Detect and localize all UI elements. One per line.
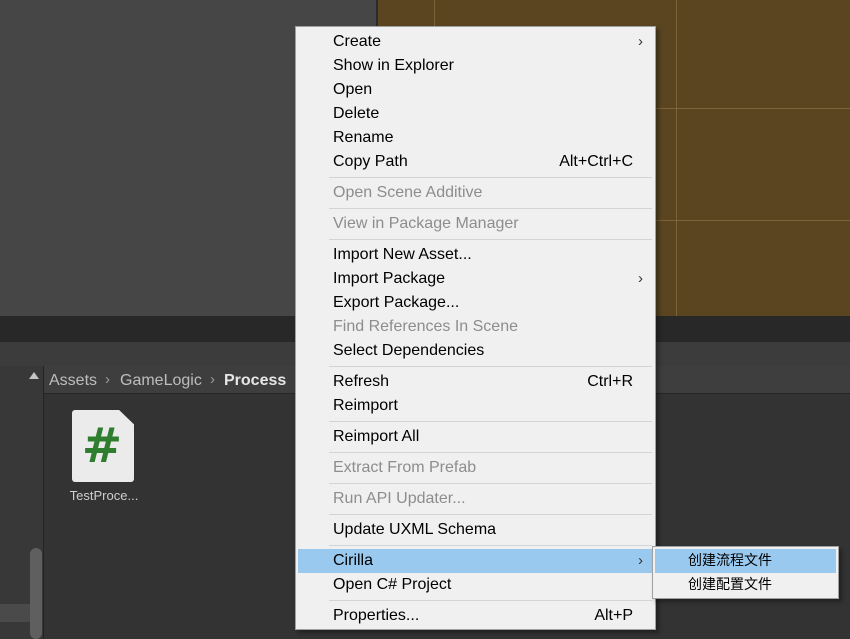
breadcrumb-process[interactable]: Process bbox=[224, 372, 286, 390]
menu-item-cirilla[interactable]: Cirilla › bbox=[298, 549, 653, 573]
submenu-arrow-icon: › bbox=[638, 33, 643, 50]
breadcrumb-chevron-icon: › bbox=[210, 371, 215, 388]
menu-item-label: Reimport All bbox=[333, 428, 420, 445]
menu-item-label: Select Dependencies bbox=[333, 342, 485, 359]
cirilla-submenu: 创建流程文件 创建配置文件 bbox=[652, 546, 839, 599]
menu-item-open-scene-additive[interactable]: Open Scene Additive bbox=[298, 181, 653, 205]
menu-separator bbox=[329, 514, 652, 515]
menu-item-reimport[interactable]: Reimport bbox=[298, 394, 653, 418]
menu-separator bbox=[329, 208, 652, 209]
menu-item-reimport-all[interactable]: Reimport All bbox=[298, 425, 653, 449]
menu-item-label: Refresh bbox=[333, 373, 390, 390]
menu-separator bbox=[329, 600, 652, 601]
menu-item-view-in-package-manager[interactable]: View in Package Manager bbox=[298, 212, 653, 236]
menu-item-label: Show in Explorer bbox=[333, 57, 454, 74]
menu-item-import-package[interactable]: Import Package › bbox=[298, 267, 653, 291]
menu-item-label: Extract From Prefab bbox=[333, 459, 477, 476]
menu-item-rename[interactable]: Rename bbox=[298, 126, 653, 150]
menu-item-label: View in Package Manager bbox=[333, 215, 519, 232]
menu-separator bbox=[329, 483, 652, 484]
menu-item-label: Open bbox=[333, 81, 373, 98]
menu-item-properties[interactable]: Properties... Alt+P bbox=[298, 604, 653, 628]
menu-item-label: Import New Asset... bbox=[333, 246, 472, 263]
breadcrumb-assets[interactable]: Assets bbox=[49, 372, 97, 390]
menu-item-label: Copy Path bbox=[333, 153, 408, 170]
menu-separator bbox=[329, 366, 652, 367]
breadcrumb-chevron-icon: › bbox=[105, 371, 110, 388]
submenu-item-label: 创建配置文件 bbox=[688, 577, 772, 593]
menu-item-copy-path[interactable]: Copy Path Alt+Ctrl+C bbox=[298, 150, 653, 174]
menu-item-label: Export Package... bbox=[333, 294, 460, 311]
asset-context-menu: Create › Show in Explorer Open Delete Re… bbox=[295, 26, 656, 630]
menu-item-import-new-asset[interactable]: Import New Asset... bbox=[298, 243, 653, 267]
menu-item-label: Update UXML Schema bbox=[333, 521, 497, 538]
breadcrumb-gamelogic[interactable]: GameLogic bbox=[120, 372, 202, 390]
menu-item-label: Properties... bbox=[333, 607, 420, 624]
submenu-item-label: 创建流程文件 bbox=[688, 553, 772, 569]
menu-item-shortcut: Alt+P bbox=[594, 607, 633, 624]
menu-item-show-in-explorer[interactable]: Show in Explorer bbox=[298, 54, 653, 78]
submenu-arrow-icon: › bbox=[638, 270, 643, 287]
menu-separator bbox=[329, 421, 652, 422]
menu-item-delete[interactable]: Delete bbox=[298, 102, 653, 126]
submenu-item-create-config-file[interactable]: 创建配置文件 bbox=[655, 573, 836, 597]
menu-item-label: Cirilla bbox=[333, 552, 373, 569]
menu-item-export-package[interactable]: Export Package... bbox=[298, 291, 653, 315]
menu-item-find-references-in-scene[interactable]: Find References In Scene bbox=[298, 315, 653, 339]
script-hash-glyph: # bbox=[81, 418, 123, 474]
menu-item-label: Find References In Scene bbox=[333, 318, 518, 335]
menu-item-shortcut: Ctrl+R bbox=[587, 373, 633, 390]
menu-item-label: Run API Updater... bbox=[333, 490, 466, 507]
menu-item-open-csharp-project[interactable]: Open C# Project bbox=[298, 573, 653, 597]
folder-tree-row[interactable] bbox=[0, 604, 30, 622]
submenu-item-create-process-file[interactable]: 创建流程文件 bbox=[655, 549, 836, 573]
folder-tree-scrollbar[interactable] bbox=[30, 548, 42, 639]
menu-item-shortcut: Alt+Ctrl+C bbox=[559, 153, 633, 170]
menu-item-label: Create bbox=[333, 33, 382, 50]
menu-separator bbox=[329, 452, 652, 453]
menu-item-label: Delete bbox=[333, 105, 380, 122]
scroll-up-arrow-icon[interactable] bbox=[29, 372, 39, 379]
menu-item-select-dependencies[interactable]: Select Dependencies bbox=[298, 339, 653, 363]
menu-separator bbox=[329, 545, 652, 546]
menu-item-create[interactable]: Create › bbox=[298, 30, 653, 54]
menu-item-label: Reimport bbox=[333, 397, 398, 414]
menu-item-open[interactable]: Open bbox=[298, 78, 653, 102]
file-name-label: TestProce... bbox=[69, 488, 139, 503]
menu-separator bbox=[329, 177, 652, 178]
submenu-arrow-icon: › bbox=[638, 552, 643, 569]
menu-item-update-uxml-schema[interactable]: Update UXML Schema bbox=[298, 518, 653, 542]
menu-item-run-api-updater[interactable]: Run API Updater... bbox=[298, 487, 653, 511]
menu-item-label: Import Package bbox=[333, 270, 446, 287]
menu-separator bbox=[329, 239, 652, 240]
menu-item-label: Rename bbox=[333, 129, 394, 146]
menu-item-label: Open Scene Additive bbox=[333, 184, 483, 201]
menu-item-refresh[interactable]: Refresh Ctrl+R bbox=[298, 370, 653, 394]
menu-item-extract-from-prefab[interactable]: Extract From Prefab bbox=[298, 456, 653, 480]
menu-item-label: Open C# Project bbox=[333, 576, 452, 593]
